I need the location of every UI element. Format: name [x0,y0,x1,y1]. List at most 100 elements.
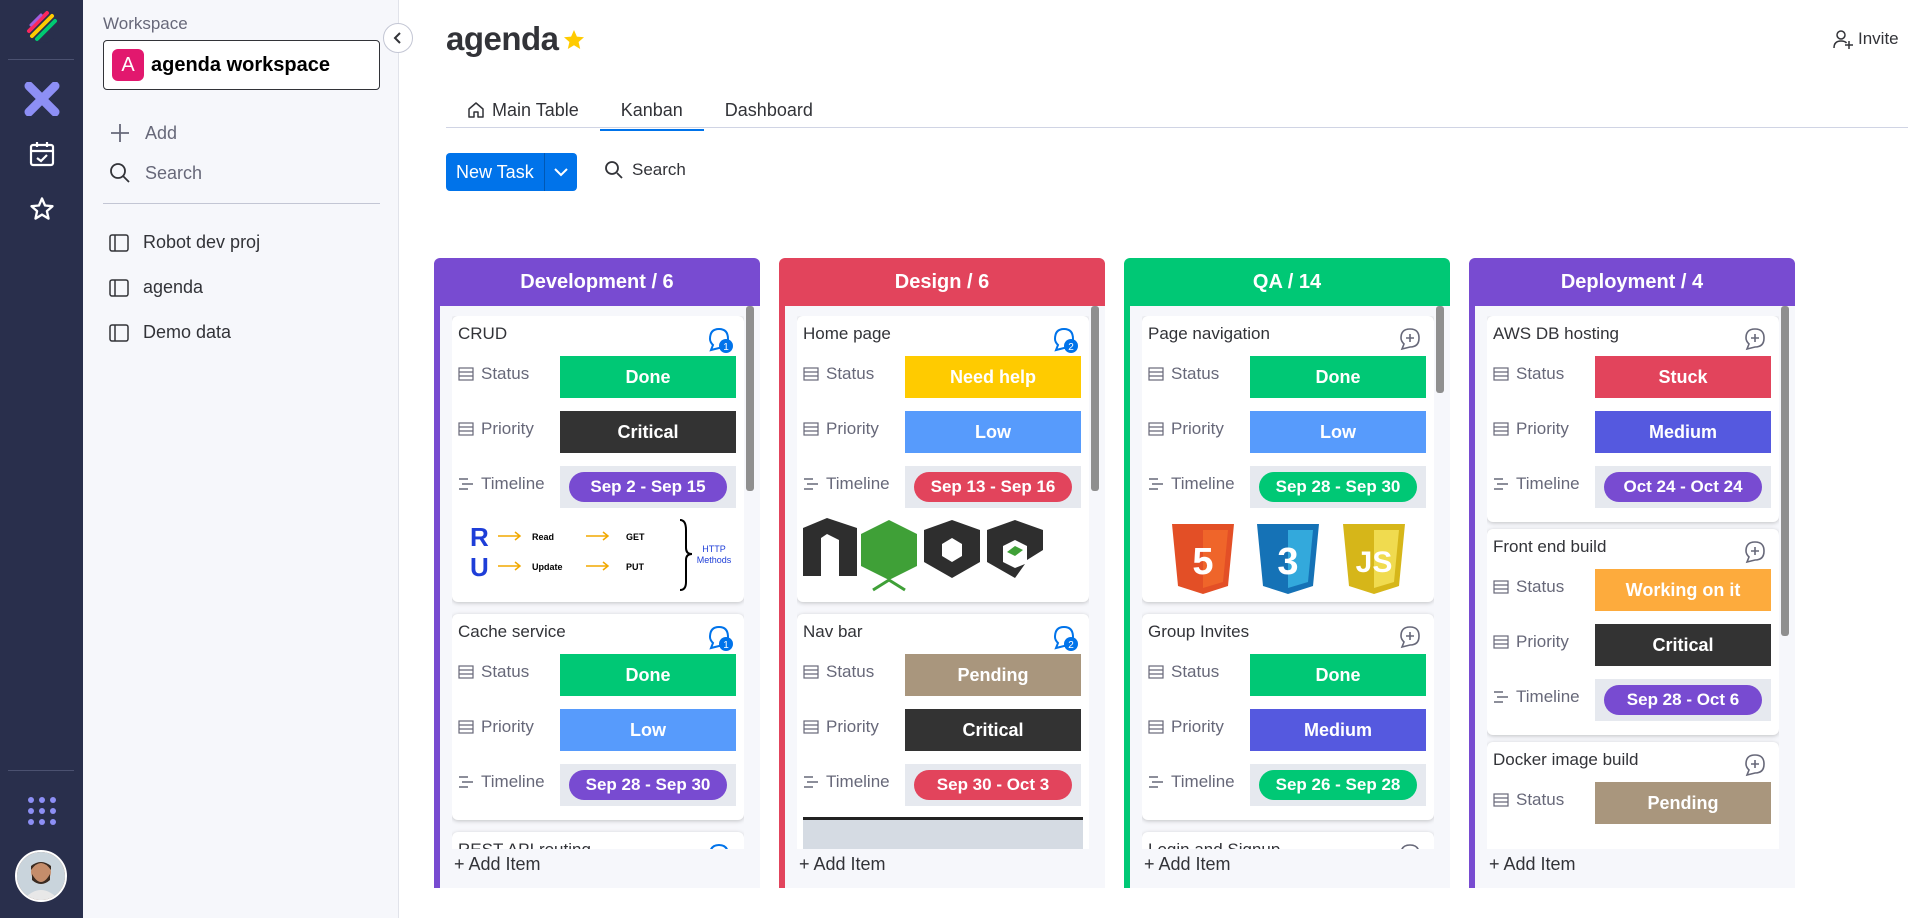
priority-field-icon [1493,421,1509,436]
priority-label: Priority [826,418,879,438]
kanban-card-group-invites[interactable]: Group Invites Status Done Priority Mediu… [1142,614,1434,820]
add-update-icon[interactable] [1398,842,1424,849]
status-badge[interactable]: Pending [905,654,1081,696]
status-field-icon [458,664,474,679]
tab-label: Kanban [620,99,683,120]
priority-badge[interactable]: Low [905,411,1081,453]
timeline-field: Timeline [1493,456,1580,511]
scrollbar-thumb[interactable] [1781,306,1789,636]
scrollbar-thumb[interactable] [1091,306,1099,491]
priority-label: Priority [481,716,534,736]
sidebar-item-demo-data[interactable]: Demo data [109,322,231,343]
collapse-sidebar-button[interactable] [383,23,413,53]
priority-badge[interactable]: Critical [560,411,736,453]
sidebar-search-button[interactable]: Search [109,162,202,184]
timeline-cell[interactable]: Oct 24 - Oct 24 [1595,466,1771,508]
timeline-pill: Sep 13 - Sep 16 [914,472,1072,502]
status-label: Status [1171,363,1220,383]
timeline-cell[interactable]: Sep 28 - Sep 30 [560,764,736,806]
status-badge[interactable]: Working on it [1595,569,1771,611]
timeline-cell[interactable]: Sep 30 - Oct 3 [905,764,1081,806]
column-scrollbar[interactable] [746,306,754,849]
kanban-card-crud[interactable]: CRUD 1 Status Done Priority Critical Tim… [452,316,744,602]
workspaces-icon[interactable] [20,77,64,121]
priority-label: Priority [1516,418,1569,438]
kanban-card-aws-db-hosting[interactable]: AWS DB hosting Status Stuck Priority Med… [1487,316,1779,522]
updates-bubble-icon[interactable] [706,842,734,849]
column-scrollbar[interactable] [1781,306,1789,849]
sidebar-item-robot-dev-proj[interactable]: Robot dev proj [109,232,260,253]
status-badge[interactable]: Need help [905,356,1081,398]
tab-kanban[interactable]: Kanban [599,92,704,131]
status-badge[interactable]: Pending [1595,782,1771,824]
priority-badge[interactable]: Low [1250,411,1426,453]
tab-label: Main Table [492,99,579,120]
kanban-card-home-page[interactable]: Home page 2 Status Need help Priority Lo… [797,316,1089,602]
timeline-row: Timeline Sep 28 - Sep 30 [452,754,744,809]
priority-row: Priority Medium [1142,699,1434,754]
priority-badge[interactable]: Medium [1595,411,1771,453]
sidebar-item-agenda[interactable]: agenda [109,277,203,298]
priority-badge[interactable]: Medium [1250,709,1426,751]
crud-put-text: PUT [626,562,645,572]
timeline-pill: Sep 28 - Sep 30 [569,770,727,800]
timeline-row: Timeline Sep 2 - Sep 15 [452,456,744,511]
timeline-field-icon [1494,477,1508,490]
column-scrollbar[interactable] [1091,306,1099,849]
status-row: Status Done [1142,346,1434,401]
favorites-star-icon[interactable] [20,187,64,231]
status-badge[interactable]: Done [1250,654,1426,696]
timeline-cell[interactable]: Sep 28 - Oct 6 [1595,679,1771,721]
timeline-cell[interactable]: Sep 2 - Sep 15 [560,466,736,508]
timeline-cell[interactable]: Sep 26 - Sep 28 [1250,764,1426,806]
kanban-card-cache-service[interactable]: Cache service 1 Status Done Priority Low… [452,614,744,820]
status-label: Status [1516,789,1565,809]
invite-button[interactable]: Invite [1832,28,1899,50]
add-item-button[interactable]: + Add Item [1489,854,1576,875]
add-item-button[interactable]: + Add Item [1144,854,1231,875]
column-scrollbar[interactable] [1436,306,1444,849]
board-icon [109,278,129,297]
status-badge[interactable]: Done [1250,356,1426,398]
timeline-cell[interactable]: Sep 13 - Sep 16 [905,466,1081,508]
scrollbar-thumb[interactable] [746,306,754,491]
kanban-card-nav-bar[interactable]: Nav bar 2 Status Pending Priority Critic… [797,614,1089,849]
status-badge[interactable]: Done [560,654,736,696]
new-task-button[interactable]: New Task [446,153,544,191]
monday-logo-icon[interactable] [20,4,64,48]
search-button[interactable]: Search [604,160,686,180]
new-task-dropdown-button[interactable] [543,153,577,191]
priority-field-icon [803,719,819,734]
status-badge[interactable]: Stuck [1595,356,1771,398]
priority-badge[interactable]: Critical [1595,624,1771,666]
add-item-button[interactable]: + Add Item [454,854,541,875]
add-item-button[interactable]: + Add Item [799,854,886,875]
tab-dashboard[interactable]: Dashboard [704,92,834,128]
timeline-label: Timeline [826,473,890,493]
apps-grid-icon[interactable] [20,789,64,833]
priority-badge[interactable]: Low [560,709,736,751]
priority-field: Priority [803,699,879,754]
priority-badge[interactable]: Critical [905,709,1081,751]
timeline-cell[interactable]: Sep 28 - Sep 30 [1250,466,1426,508]
priority-field: Priority [458,401,534,456]
scrollbar-thumb[interactable] [1436,306,1444,393]
status-badge[interactable]: Done [560,356,736,398]
kanban-card-docker-image-build[interactable]: Docker image build Status Pending [1487,742,1779,849]
priority-field-icon [1148,421,1164,436]
kanban-card-front-end-build[interactable]: Front end build Status Working on it Pri… [1487,529,1779,735]
status-label: Status [826,363,875,383]
user-avatar[interactable] [15,850,67,902]
kanban-card-page-navigation[interactable]: Page navigation Status Done Priority Low… [1142,316,1434,602]
tab-main-table[interactable]: Main Table [446,92,600,128]
board-label: agenda [143,277,204,297]
kanban-card-login-and-signup[interactable]: Login and Signup [1142,832,1434,849]
add-button[interactable]: Add [109,122,177,144]
favorite-star-icon[interactable] [562,28,586,57]
workspace-selector[interactable]: A agenda workspace [103,40,380,90]
status-field: Status [803,346,874,401]
status-field-icon [803,664,819,679]
kanban-card-rest-api-routing[interactable]: REST API routing [452,832,744,849]
my-work-calendar-icon[interactable] [20,132,64,176]
column-header: Development / 6 [520,270,674,293]
